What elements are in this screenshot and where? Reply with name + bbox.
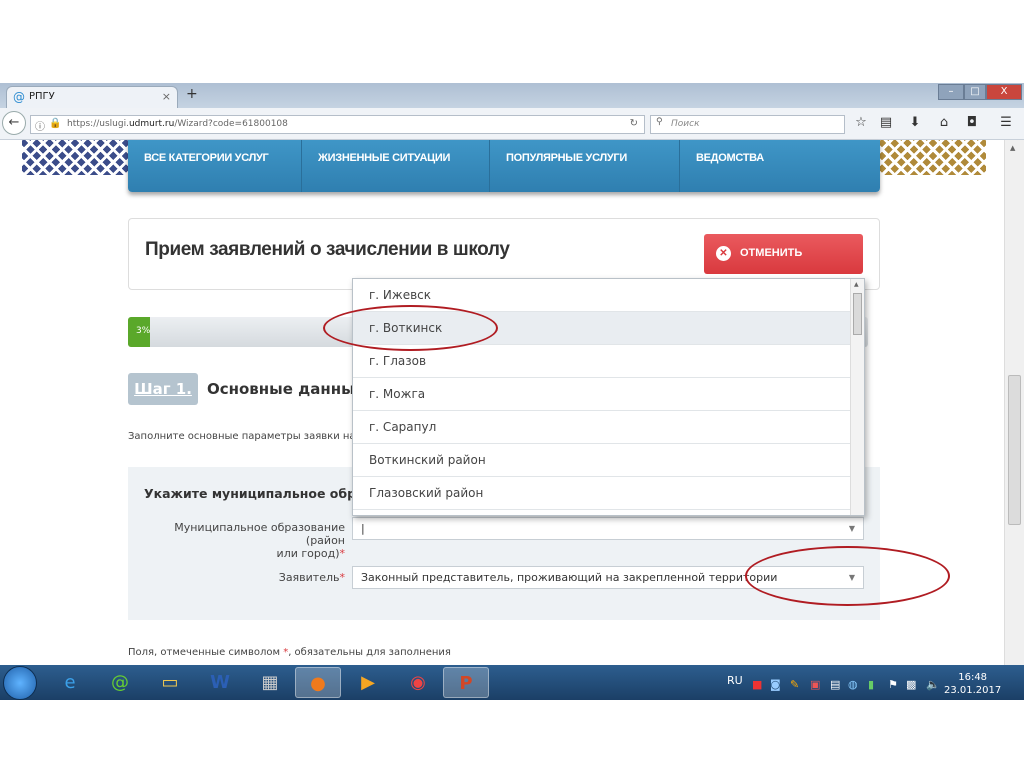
nav-life-situations[interactable]: ЖИЗНЕННЫЕ СИТУАЦИИ xyxy=(302,140,490,192)
required-footnote: Поля, отмеченные символом *, обязательны… xyxy=(128,647,451,658)
volume-icon[interactable]: 🔈 xyxy=(926,678,940,691)
dropdown-option[interactable]: г. Можга xyxy=(353,378,851,411)
required-mark: * xyxy=(339,571,346,584)
required-mark: * xyxy=(339,547,346,560)
applicant-label-text: Заявитель xyxy=(278,571,340,584)
new-tab-button[interactable]: + xyxy=(186,86,198,102)
info-icon[interactable]: ⓘ xyxy=(35,118,45,133)
search-placeholder: Поиск xyxy=(671,119,700,129)
bookmark-star-icon[interactable]: ☆ xyxy=(852,115,870,130)
url-prefix: https://uslugi. xyxy=(67,119,129,129)
network-icon[interactable]: ▩ xyxy=(906,678,916,691)
municipality-label: Муниципальное образование (район или горо… xyxy=(150,521,345,560)
close-circle-icon: ✕ xyxy=(716,246,731,261)
nav-all-categories[interactable]: ВСЕ КАТЕГОРИИ УСЛУГ xyxy=(128,140,302,192)
footnote-text-end: , обязательны для заполнения xyxy=(288,647,451,658)
pocket-icon[interactable]: ◘ xyxy=(963,115,981,130)
internet-explorer-icon[interactable]: e xyxy=(47,667,93,698)
word-icon[interactable]: W xyxy=(197,667,243,698)
calculator-icon[interactable]: ▦ xyxy=(247,667,293,698)
dropdown-option[interactable]: Глазовский район xyxy=(353,477,851,510)
download-icon[interactable]: ⬇ xyxy=(906,115,924,130)
cancel-label: ОТМЕНИТЬ xyxy=(740,247,803,259)
firefox-icon[interactable]: ● xyxy=(295,667,341,698)
site-favicon-icon: @ xyxy=(13,90,25,104)
close-window-button[interactable]: X xyxy=(986,84,1022,100)
mail-icon[interactable]: @ xyxy=(97,667,143,698)
tray-power-icon[interactable]: ▮ xyxy=(868,678,874,691)
media-player-icon[interactable]: ▶ xyxy=(345,667,391,698)
municipality-select[interactable]: | ▼ xyxy=(352,517,864,540)
clock-time: 16:48 xyxy=(958,672,988,683)
tray-app-icon[interactable]: ◙ xyxy=(770,678,781,691)
dropdown-scrollbar-thumb[interactable] xyxy=(853,293,862,335)
tray-network-device-icon[interactable]: ▤ xyxy=(830,678,840,691)
page-title: Прием заявлений о зачислении в школу xyxy=(145,239,510,260)
reload-icon[interactable]: ↻ xyxy=(630,118,638,129)
page-scrollbar[interactable]: ▲ xyxy=(1004,140,1024,665)
maximize-button[interactable]: □ xyxy=(964,84,986,100)
annotation-ellipse-applicant xyxy=(745,546,950,606)
ornament-left xyxy=(22,140,128,175)
cancel-button[interactable]: ✕ ОТМЕНИТЬ xyxy=(704,234,863,274)
acrobat-tray-icon[interactable]: ■ xyxy=(752,678,762,691)
dropdown-scrollbar[interactable]: ▲ xyxy=(850,279,864,515)
nav-popular-services[interactable]: ПОПУЛЯРНЫЕ УСЛУГИ xyxy=(490,140,680,192)
minimize-button[interactable]: – xyxy=(938,84,964,100)
url-path: /Wizard?code=61800108 xyxy=(174,119,288,129)
dropdown-option[interactable]: Воткинский район xyxy=(353,444,851,477)
home-icon[interactable]: ⌂ xyxy=(935,115,953,130)
close-tab-icon[interactable]: × xyxy=(162,90,171,103)
main-navigation: ВСЕ КАТЕГОРИИ УСЛУГ ЖИЗНЕННЫЕ СИТУАЦИИ П… xyxy=(128,140,880,192)
file-explorer-icon[interactable]: ▭ xyxy=(147,667,193,698)
tray-tool-icon[interactable]: ✎ xyxy=(790,678,799,691)
nav-departments[interactable]: ВЕДОМСТВА xyxy=(680,140,880,192)
ornament-right xyxy=(880,140,986,175)
language-indicator[interactable]: RU xyxy=(727,674,743,687)
address-bar[interactable]: ⓘ 🔒 https://uslugi.udmurt.ru/Wizard?code=6… xyxy=(30,115,645,134)
municipality-label-line1: Муниципальное образование (район xyxy=(174,521,345,547)
back-button[interactable]: ← xyxy=(2,111,26,135)
reading-list-icon[interactable]: ▤ xyxy=(877,115,895,130)
progress-label: 3% xyxy=(136,326,151,336)
search-icon: ⚲ xyxy=(656,117,663,127)
applicant-value: Законный представитель, проживающий на з… xyxy=(361,571,778,584)
system-clock[interactable]: 16:48 23.01.2017 xyxy=(944,671,1001,697)
step-title: Основные данные xyxy=(207,380,365,398)
chevron-down-icon: ▼ xyxy=(848,524,855,533)
step-badge: Шаг 1. xyxy=(128,373,198,405)
footnote-text: Поля, отмеченные символом xyxy=(128,647,284,658)
scrollbar-thumb[interactable] xyxy=(1008,375,1021,525)
powerpoint-icon[interactable]: P xyxy=(443,667,489,698)
applicant-label: Заявитель* xyxy=(150,571,345,584)
scroll-up-icon[interactable]: ▲ xyxy=(854,281,859,288)
action-center-flag-icon[interactable]: ⚑ xyxy=(888,678,898,691)
tab-title: РПГУ xyxy=(29,91,55,102)
clock-date: 23.01.2017 xyxy=(944,685,1002,696)
lock-icon: 🔒 xyxy=(49,118,62,129)
tray-security-icon[interactable]: ▣ xyxy=(810,678,820,691)
municipality-label-line2: или город) xyxy=(276,547,340,560)
menu-icon[interactable]: ☰ xyxy=(997,115,1015,130)
tray-update-icon[interactable]: ◍ xyxy=(848,678,858,691)
search-input[interactable]: ⚲ Поиск xyxy=(650,115,845,134)
annotation-ellipse-votkinsk xyxy=(323,305,498,351)
start-button[interactable] xyxy=(3,666,37,700)
url-domain: udmurt.ru xyxy=(128,119,175,129)
scroll-up-icon[interactable]: ▲ xyxy=(1010,144,1015,152)
chrome-icon[interactable]: ◉ xyxy=(395,667,441,698)
municipality-value: | xyxy=(361,522,365,535)
browser-tab[interactable]: @ РПГУ × xyxy=(6,86,178,108)
dropdown-option[interactable]: г. Сарапул xyxy=(353,411,851,444)
instruction-text: Заполните основные параметры заявки на xyxy=(128,431,356,442)
